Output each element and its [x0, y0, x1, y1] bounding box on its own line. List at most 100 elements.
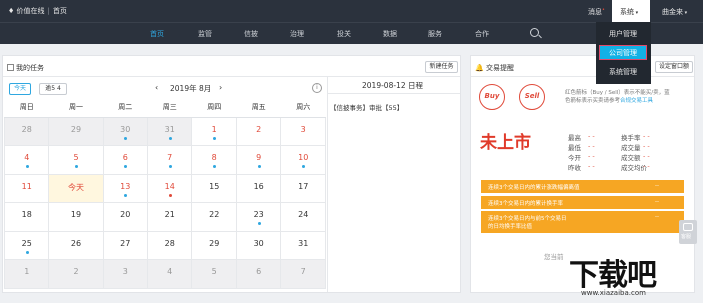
calendar-day[interactable]: 4 — [146, 259, 193, 289]
prev-month-icon[interactable]: ‹ — [155, 83, 158, 92]
calendar-day[interactable]: 6 — [102, 145, 148, 175]
calendar-day[interactable]: 2 — [235, 116, 282, 146]
overdue-button[interactable]: 逾5 4 — [39, 83, 67, 95]
calendar-day[interactable]: 24 — [280, 202, 326, 232]
sell-badge: Sell — [519, 84, 545, 110]
new-task-button[interactable]: 新建任务 — [425, 61, 458, 73]
today-button[interactable]: 今天 — [9, 83, 31, 95]
day-number: 4 — [24, 153, 30, 162]
calendar-day[interactable]: 18 — [3, 202, 50, 232]
calendar-day[interactable]: 9 — [235, 145, 282, 175]
day-number: 29 — [209, 238, 220, 248]
trade-header: 🔔 交易提醒 — [475, 63, 514, 73]
calendar-day[interactable]: 14 — [146, 173, 193, 203]
compliance-tool-link[interactable]: 合规交易工具 — [620, 98, 653, 104]
next-month-icon[interactable]: › — [219, 83, 222, 92]
message-link[interactable]: 消息• — [588, 7, 605, 17]
alert-row: 连续3个交易日内的累计换手率 -- — [481, 196, 684, 209]
weekday-header: 周三 — [147, 97, 192, 118]
calendar-day[interactable]: 29 — [191, 230, 237, 260]
day-number: 6 — [256, 267, 262, 276]
nav-home[interactable]: 首页 — [150, 29, 164, 39]
customer-service-widget[interactable]: 客服 — [679, 220, 697, 244]
settings-button[interactable]: 设定窗口额 — [655, 61, 693, 73]
calendar-day[interactable]: 1 — [3, 259, 50, 289]
day-number: 28 — [164, 238, 175, 248]
day-number: 15 — [209, 181, 220, 191]
nav-data[interactable]: 数据 — [383, 29, 397, 39]
nav-cooperation[interactable]: 合作 — [475, 29, 489, 39]
logo[interactable]: ♦ 价值在线 | 首页 — [8, 6, 67, 16]
calendar-day[interactable]: 31 — [146, 116, 193, 146]
day-number: 28 — [21, 124, 32, 134]
calendar-day[interactable]: 29 — [48, 116, 104, 146]
nav-governance[interactable]: 治理 — [290, 29, 304, 39]
day-number: 7 — [300, 267, 306, 276]
calendar-day[interactable]: 21 — [146, 202, 193, 232]
calendar-day-today[interactable]: 今天 — [48, 173, 104, 203]
calendar-day[interactable]: 26 — [48, 230, 104, 260]
chevron-down-icon: ▾ — [683, 10, 688, 16]
nav-supervision[interactable]: 监管 — [198, 29, 212, 39]
stat-label: 成交量 — [621, 144, 641, 152]
day-number: 9 — [256, 153, 262, 162]
stat-label: 最低 — [568, 144, 581, 152]
weekday-header: 周四 — [191, 97, 237, 118]
calendar-day[interactable]: 7 — [146, 145, 193, 175]
calendar-day[interactable]: 19 — [48, 202, 104, 232]
calendar-day[interactable]: 3 — [102, 259, 148, 289]
search-icon[interactable] — [530, 28, 539, 37]
calendar-day[interactable]: 27 — [102, 230, 148, 260]
calendar-day[interactable]: 1 — [191, 116, 237, 146]
calendar-day[interactable]: 10 — [280, 145, 326, 175]
calendar-day[interactable]: 28 — [3, 116, 50, 146]
calendar-day[interactable]: 4 — [3, 145, 50, 175]
calendar-day[interactable]: 25 — [3, 230, 50, 260]
day-number: 8 — [211, 153, 217, 162]
day-number: 今天 — [67, 182, 84, 192]
calendar-day[interactable]: 8 — [191, 145, 237, 175]
calendar-day[interactable]: 5 — [191, 259, 237, 289]
alert-row-label: 连续3个交易日内的累计涨跌幅偏离值 — [488, 185, 580, 191]
nav-services[interactable]: 服务 — [428, 29, 442, 39]
schedule-item[interactable]: 【信披事务】审批【55】 — [330, 102, 403, 112]
task-dot — [124, 165, 128, 168]
day-number: 22 — [209, 210, 220, 219]
user-menu[interactable]: 曲金来 ▾ — [662, 7, 687, 17]
home-link[interactable]: 首页 — [53, 7, 67, 15]
calendar-day[interactable]: 5 — [48, 145, 104, 175]
calendar-day[interactable]: 15 — [191, 173, 237, 203]
day-number: 30 — [120, 124, 131, 134]
calendar-day[interactable]: 20 — [102, 202, 148, 232]
task-dot — [257, 222, 261, 225]
task-dot — [25, 250, 29, 254]
calendar-day[interactable]: 31 — [280, 230, 326, 260]
calendar-day[interactable]: 30 — [102, 116, 148, 146]
system-menu-button[interactable]: 系统 ▾ — [612, 0, 650, 22]
calendar-day[interactable]: 6 — [235, 259, 282, 289]
calendar-day[interactable]: 11 — [3, 173, 50, 203]
calendar-day[interactable]: 23 — [235, 202, 282, 232]
menu-item-user-management[interactable]: 用户管理 — [599, 27, 647, 42]
calendar-day[interactable]: 17 — [280, 173, 326, 203]
calendar-day[interactable]: 30 — [235, 230, 282, 260]
calendar-grid: 周日 周一 周二 周三 周四 周五 周六 28 29 30 31 1 2 3 4 5 6 7 8 9 10 11 今天 13… — [3, 97, 326, 289]
info-icon[interactable]: i — [312, 83, 322, 93]
calendar-day[interactable]: 3 — [280, 116, 326, 146]
calendar-day[interactable]: 13 — [102, 173, 148, 203]
day-number: 1 — [24, 267, 30, 276]
alert-row-value: -- — [655, 214, 659, 220]
menu-item-company-management[interactable]: 公司管理 — [599, 45, 647, 60]
calendar-day[interactable]: 16 — [235, 173, 282, 203]
trade-description: 红色箭标（Buy / Sell）表示不能买/卖，蓝 色箭标表示买卖请参考合规交易工… — [565, 90, 670, 104]
calendar-day[interactable]: 22 — [191, 202, 237, 232]
day-number: 3 — [300, 124, 306, 134]
calendar-day[interactable]: 28 — [146, 230, 193, 260]
calendar-day[interactable]: 7 — [280, 259, 326, 289]
nav-disclosure[interactable]: 信披 — [244, 29, 258, 39]
nav-investor-relations[interactable]: 投关 — [337, 29, 351, 39]
weekday-header: 周五 — [236, 97, 281, 118]
menu-item-system-management[interactable]: 系统管理 — [599, 65, 647, 80]
calendar-day[interactable]: 2 — [48, 259, 104, 289]
task-dot — [213, 165, 217, 168]
